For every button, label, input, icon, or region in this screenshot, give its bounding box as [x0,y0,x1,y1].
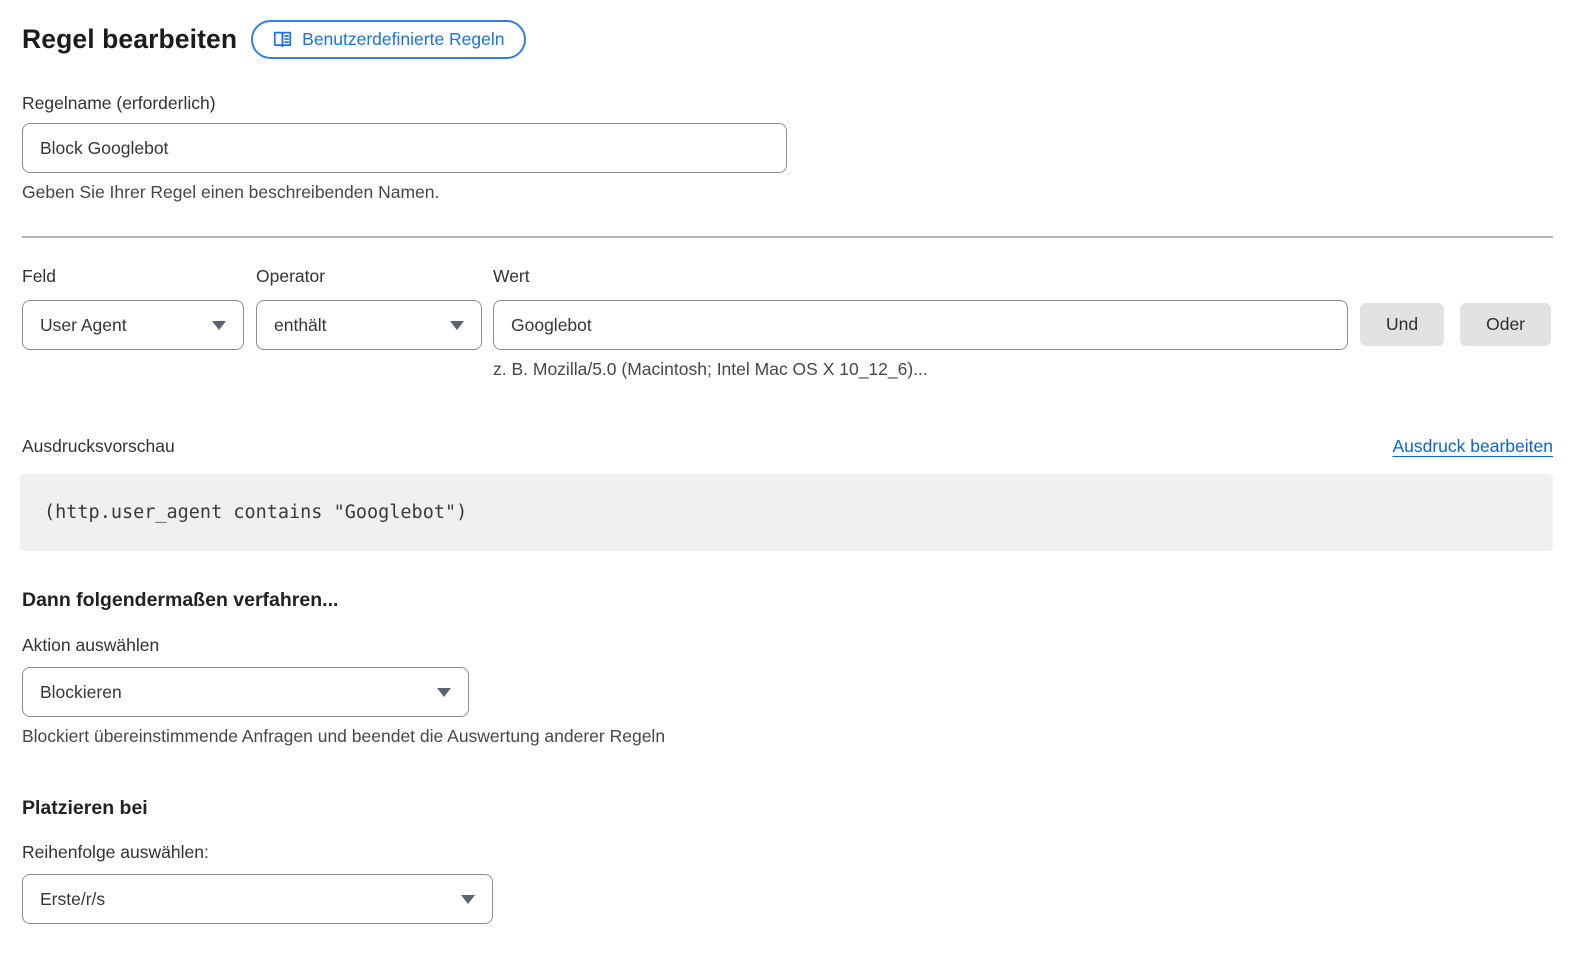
custom-rules-badge-label: Benutzerdefinierte Regeln [302,29,504,50]
action-help: Blockiert übereinstimmende Anfragen und … [22,726,1553,747]
placement-section: Platzieren bei Reihenfolge auswählen: Er… [22,796,1553,924]
value-label: Wert [493,266,1348,287]
field-select[interactable]: User Agent [22,300,244,350]
dropdown-arrow-icon [212,321,226,330]
rule-name-section: Regelname (erforderlich) Geben Sie Ihrer… [22,93,1553,203]
page-title: Regel bearbeiten [22,24,237,55]
dropdown-arrow-icon [437,688,451,697]
operator-select[interactable]: enthält [256,300,482,350]
field-label: Feld [22,266,244,287]
field-column: Feld User Agent [22,266,244,380]
dropdown-arrow-icon [450,321,464,330]
rule-name-help: Geben Sie Ihrer Regel einen beschreibend… [22,182,1553,203]
action-label: Aktion auswählen [22,635,1553,656]
rule-editor-page: Regel bearbeiten Benutzerdefinierte Rege… [0,0,1570,956]
section-divider [22,236,1553,238]
action-select-value: Blockieren [40,682,122,703]
custom-rules-badge[interactable]: Benutzerdefinierte Regeln [251,20,525,59]
operator-column: Operator enthält [256,266,482,380]
operator-select-value: enthält [274,315,327,336]
operator-label: Operator [256,266,482,287]
rule-name-input[interactable] [22,123,787,173]
condition-row: Feld User Agent Operator enthält Wert z.… [22,266,1553,380]
field-select-value: User Agent [40,315,127,336]
expression-header: Ausdrucksvorschau Ausdruck bearbeiten [22,436,1553,457]
edit-expression-link[interactable]: Ausdruck bearbeiten [1392,436,1553,457]
rule-name-label: Regelname (erforderlich) [22,93,1553,114]
or-button[interactable]: Oder [1460,303,1551,346]
value-input[interactable] [493,300,1348,350]
placement-label: Reihenfolge auswählen: [22,842,1553,863]
action-heading: Dann folgendermaßen verfahren... [22,588,1553,612]
expression-section: Ausdrucksvorschau Ausdruck bearbeiten (h… [22,436,1553,551]
placement-heading: Platzieren bei [22,796,1553,820]
expression-preview-label: Ausdrucksvorschau [22,436,175,457]
action-section: Dann folgendermaßen verfahren... Aktion … [22,588,1553,747]
value-hint: z. B. Mozilla/5.0 (Macintosh; Intel Mac … [493,359,1348,380]
logic-buttons: Und Oder [1360,266,1551,380]
action-select[interactable]: Blockieren [22,667,469,717]
expression-preview-code: (http.user_agent contains "Googlebot") [20,474,1553,551]
dropdown-arrow-icon [461,895,475,904]
order-select[interactable]: Erste/r/s [22,874,493,924]
value-column: Wert z. B. Mozilla/5.0 (Macintosh; Intel… [493,266,1348,380]
order-select-value: Erste/r/s [40,889,105,910]
open-book-icon [272,30,293,49]
page-header: Regel bearbeiten Benutzerdefinierte Rege… [22,20,1553,59]
and-button[interactable]: Und [1360,303,1444,346]
